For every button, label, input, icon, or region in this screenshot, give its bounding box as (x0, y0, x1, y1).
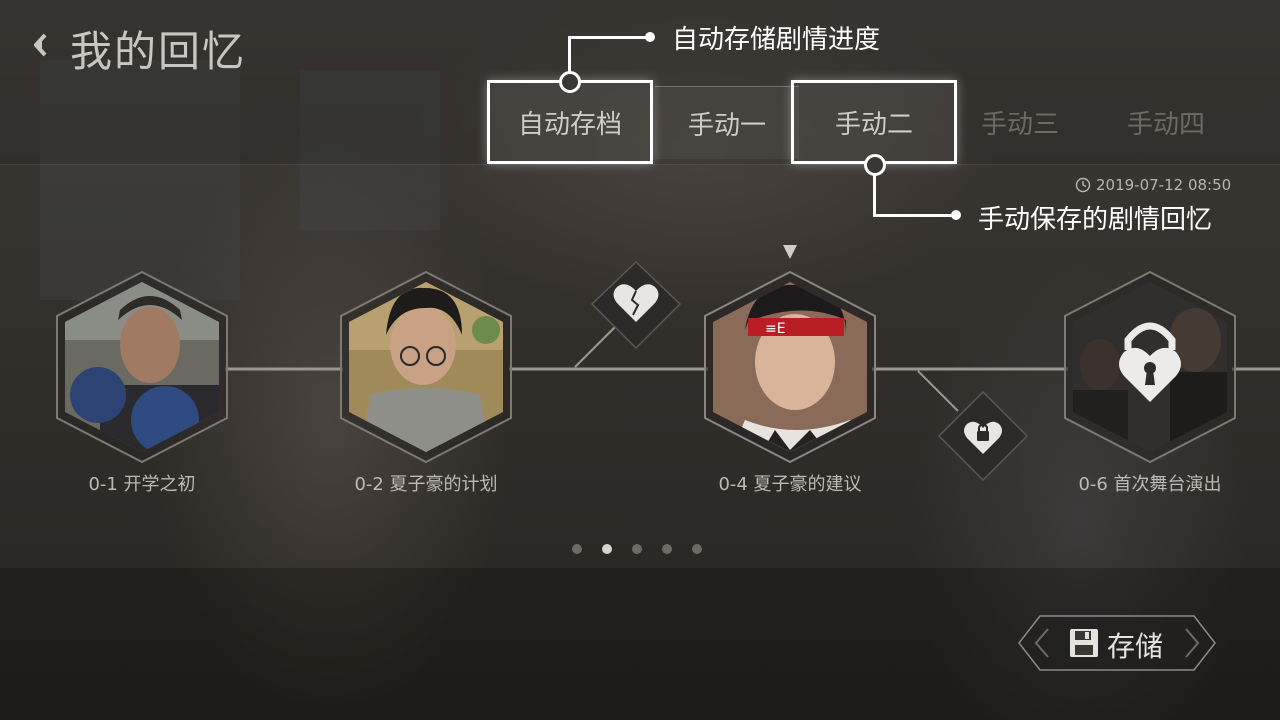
save-button-label: 存储 (1107, 630, 1164, 663)
memory-timeline: ≡E (56, 245, 1280, 482)
page-dot[interactable] (662, 544, 672, 554)
page-dot-active[interactable] (602, 544, 612, 554)
page-dot[interactable] (572, 544, 582, 554)
selected-marker-icon (783, 245, 797, 259)
memory-node-0-2 (340, 270, 512, 464)
svg-text:≡E: ≡E (765, 321, 786, 337)
memory-label[interactable]: 0-4 夏子豪的建议 (700, 470, 880, 496)
page-dot[interactable] (632, 544, 642, 554)
memory-label[interactable]: 0-2 夏子豪的计划 (336, 470, 516, 496)
pagination (572, 544, 702, 554)
broken-heart-icon (590, 260, 682, 350)
memory-node-0-6 (1064, 270, 1236, 464)
memory-node-0-1 (56, 270, 228, 464)
page-dot[interactable] (692, 544, 702, 554)
memory-label[interactable]: 0-6 首次舞台演出 (1060, 470, 1240, 496)
floppy-disk-icon (1070, 629, 1098, 657)
memory-node-0-4: ≡E (704, 270, 876, 464)
memory-label[interactable]: 0-1 开学之初 (62, 470, 222, 496)
